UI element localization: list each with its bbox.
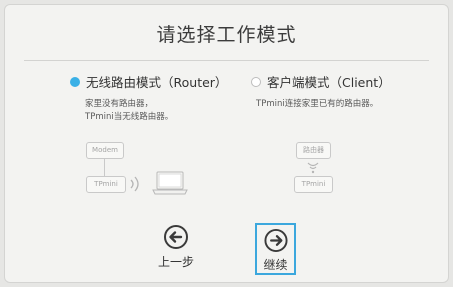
router-mode-label: 无线路由模式（Router） xyxy=(86,75,228,90)
router-mode-radio[interactable] xyxy=(70,76,80,87)
router-box: 路由器 xyxy=(296,142,331,159)
client-mode-description: TPmini连接家里已有的路由器。 xyxy=(256,98,378,111)
client-mode-option[interactable]: 客户端模式（Client） xyxy=(251,72,391,91)
back-button[interactable]: 上一步 xyxy=(148,224,204,270)
router-mode-desc-line-2: TPmini当无线路由器。 xyxy=(85,112,174,122)
page-title: 请选择工作模式 xyxy=(156,24,297,46)
client-mode-desc-line-1: TPmini连接家里已有的路由器。 xyxy=(256,99,379,109)
laptop-icon xyxy=(152,171,188,195)
tpmini-box-right: TPmini xyxy=(294,176,333,193)
tpmini-box-left: TPmini xyxy=(86,176,126,193)
next-button[interactable]: 继续 xyxy=(255,223,296,275)
modem-label: Modem xyxy=(92,146,118,154)
wifi-signal-icon xyxy=(307,162,319,174)
back-button-label: 上一步 xyxy=(157,255,194,269)
tpmini-label-left: TPmini xyxy=(94,180,118,188)
modem-box: Modem xyxy=(86,142,124,159)
client-mode-radio[interactable] xyxy=(251,76,261,87)
next-button-label: 继续 xyxy=(263,258,288,272)
arrow-left-circle-icon xyxy=(164,225,188,249)
router-label: 路由器 xyxy=(303,146,324,154)
title-divider xyxy=(24,60,429,61)
router-mode-option[interactable]: 无线路由模式（Router） xyxy=(70,72,227,91)
arrow-right-circle-icon xyxy=(263,228,288,253)
client-mode-label: 客户端模式（Client） xyxy=(267,75,391,90)
modem-connector-line xyxy=(104,158,105,176)
tpmini-label-right: TPmini xyxy=(301,180,326,188)
router-mode-desc-line-1: 家里没有路由器， xyxy=(85,99,154,109)
router-mode-description: 家里没有路由器， TPmini当无线路由器。 xyxy=(85,98,173,124)
wifi-waves-icon xyxy=(130,176,139,192)
